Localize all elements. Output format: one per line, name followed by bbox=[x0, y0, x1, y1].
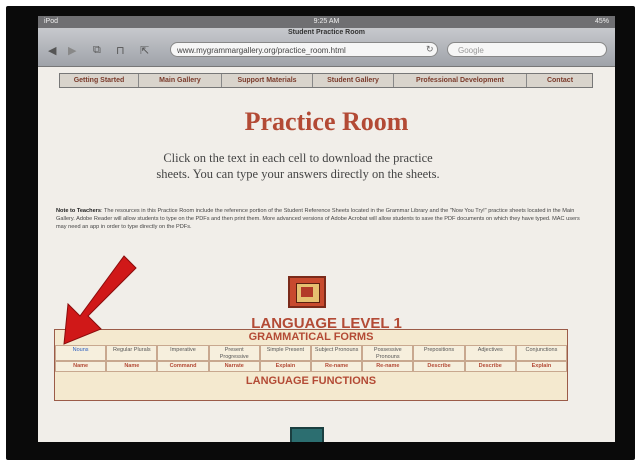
red-arrow-annotation bbox=[63, 255, 137, 345]
screenshot-frame: iPod 9:25 AM 45% Student Practice Room ◀… bbox=[0, 0, 641, 466]
